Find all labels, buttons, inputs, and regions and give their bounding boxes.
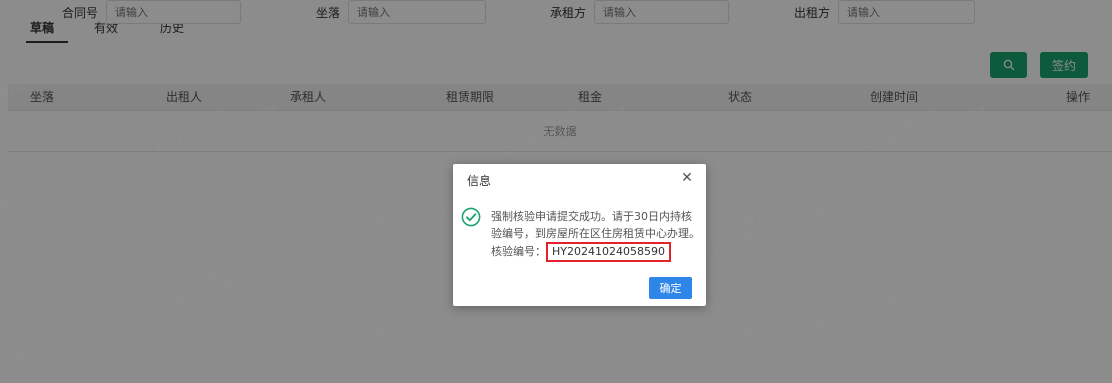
dialog-title: 信息	[467, 174, 492, 188]
info-dialog: 信息 ✕ 强制核验申请提交成功。请于30日内持核验编号，到房屋所在区住房租赁中心…	[453, 164, 706, 306]
ok-button[interactable]: 确定	[649, 277, 692, 299]
close-icon[interactable]: ✕	[680, 170, 694, 186]
verification-code: HY20241024058590	[546, 242, 671, 262]
check-circle-icon	[461, 207, 481, 227]
dialog-message: 强制核验申请提交成功。请于30日内持核验编号，到房屋所在区住房租赁中心办理。核验…	[491, 208, 701, 262]
